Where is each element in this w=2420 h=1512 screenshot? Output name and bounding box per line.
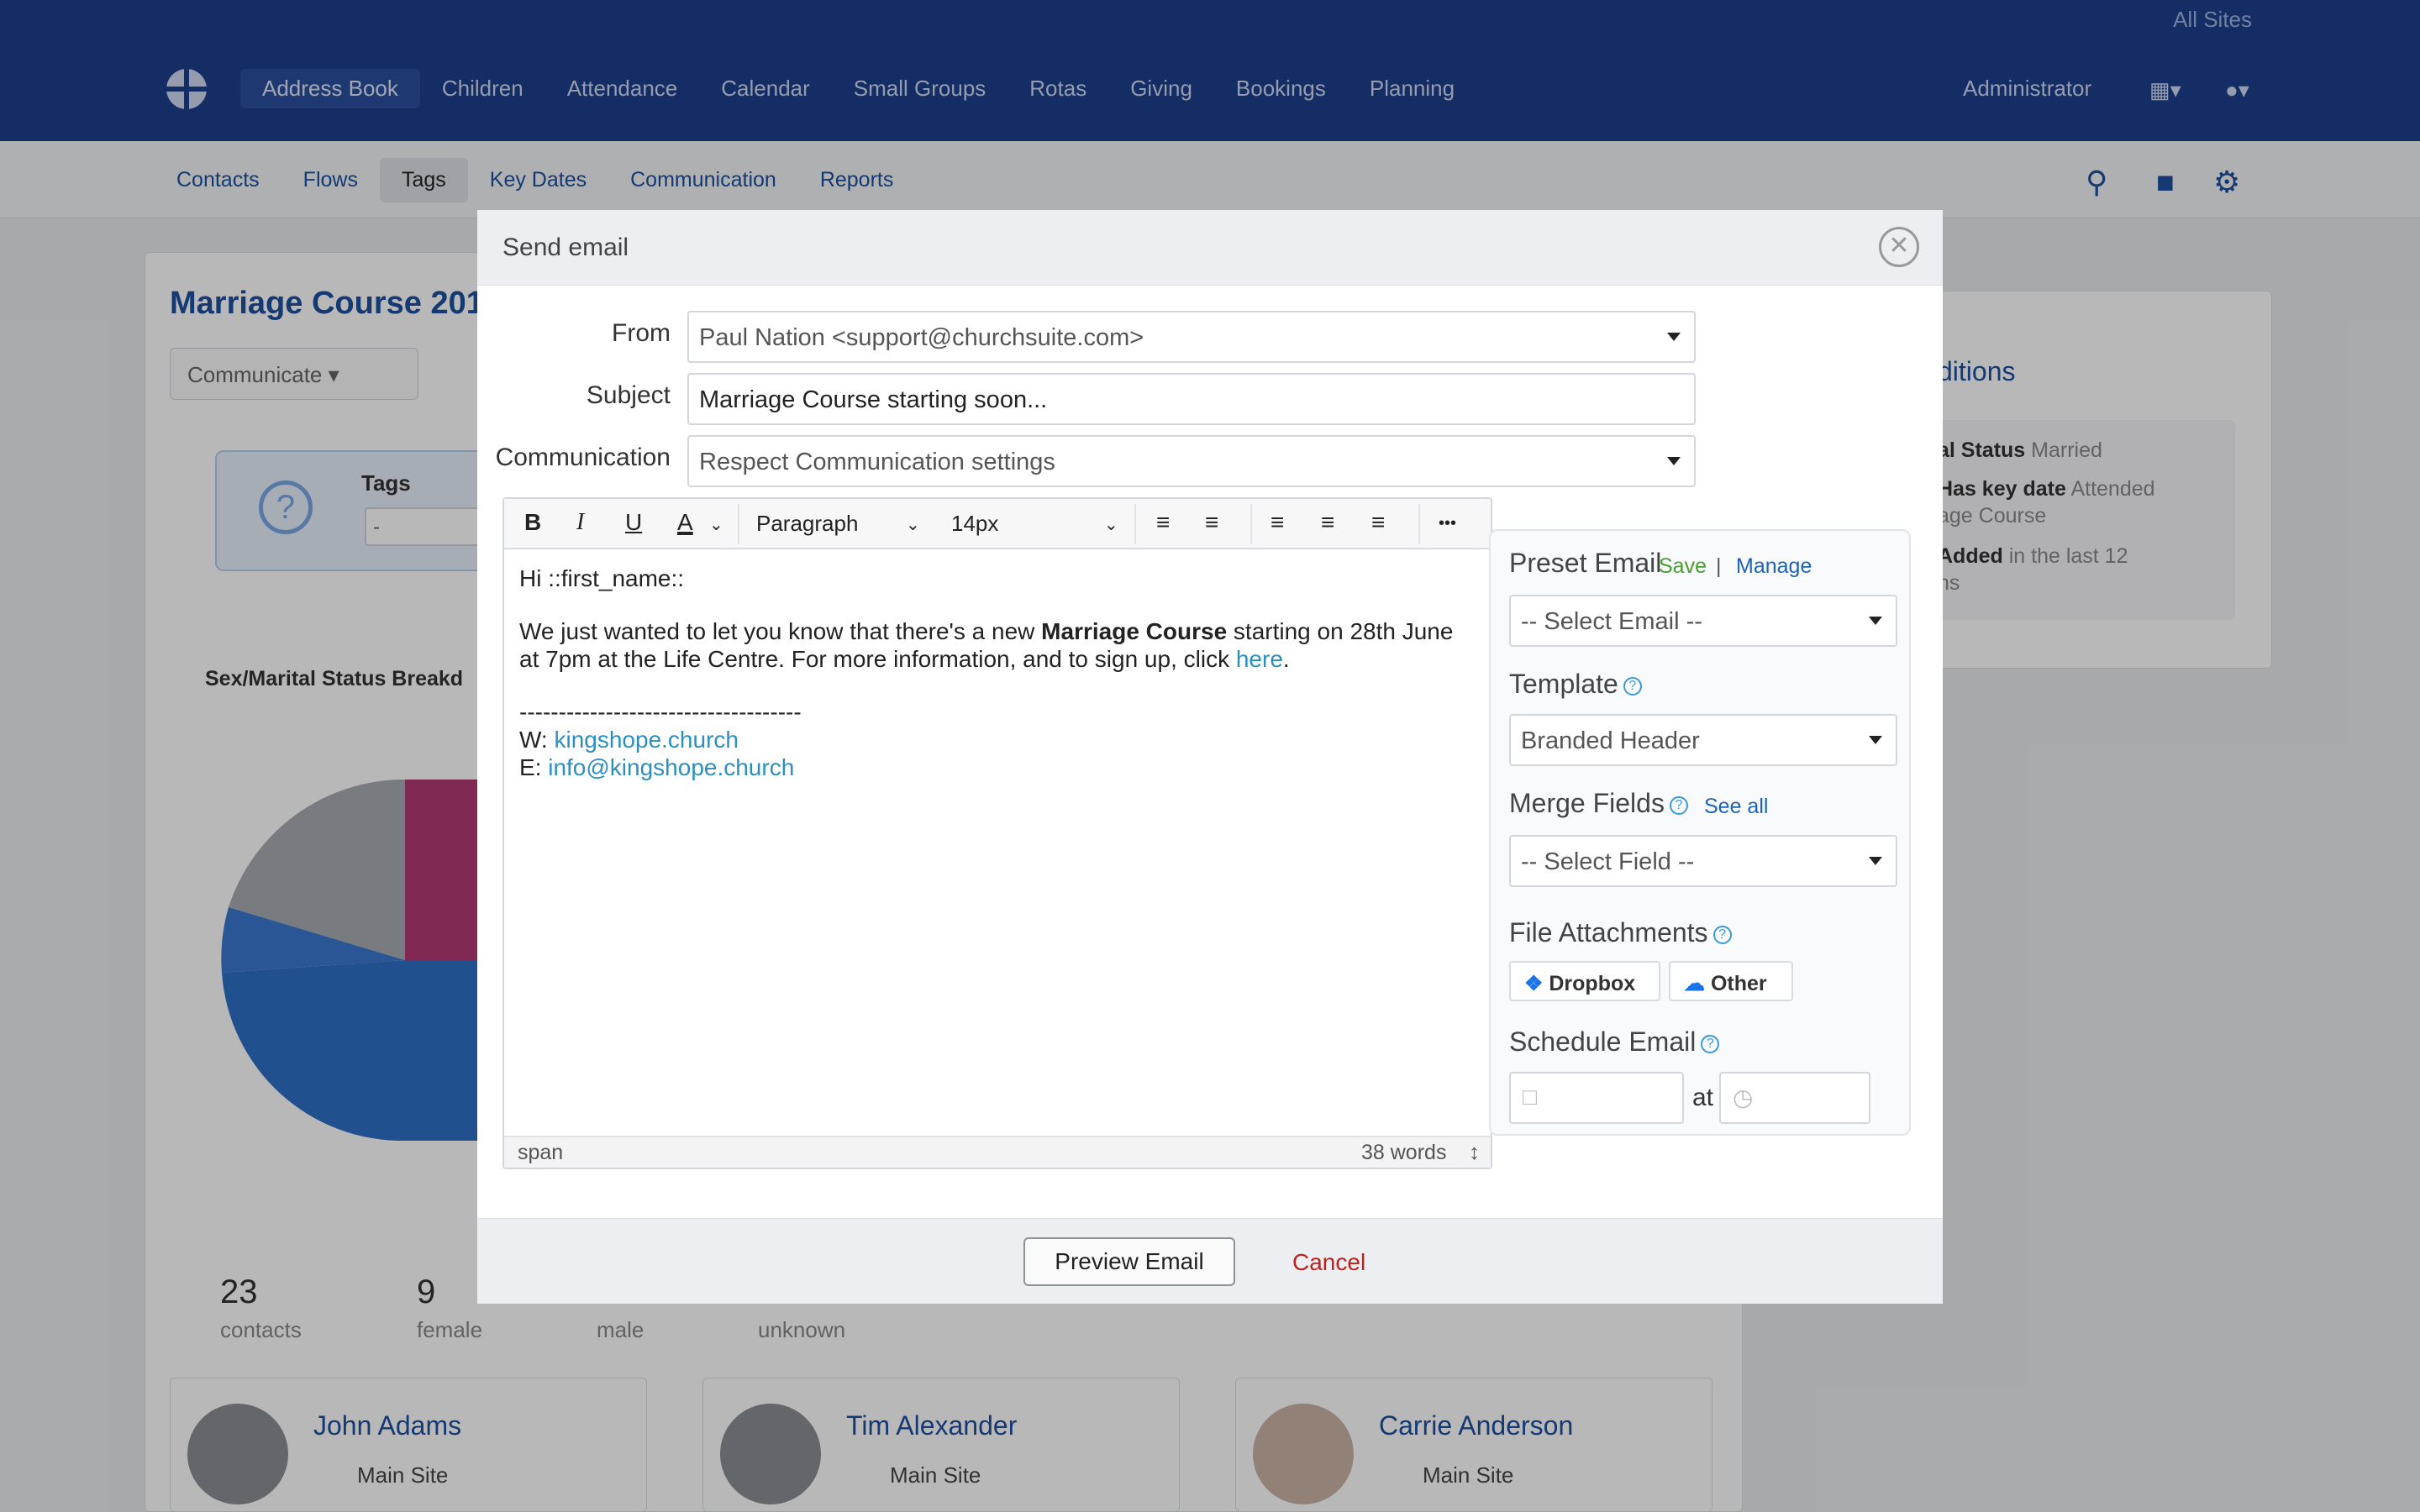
modal-footer: Preview Email Cancel <box>477 1218 1943 1304</box>
from-label: From <box>612 319 671 347</box>
subject-input[interactable]: Marriage Course starting soon... <box>687 373 1696 425</box>
chevron-down-icon[interactable]: ⌄ <box>1104 514 1118 535</box>
schedule-at-label: at <box>1692 1084 1714 1111</box>
preset-save-link[interactable]: Save <box>1659 554 1707 579</box>
merge-fields-label: Merge Fields? <box>1509 788 1688 819</box>
editor-toolbar: B I U A ⌄ Paragraph ⌄ 14px ⌄ ≡ ≡ ≡ ≡ ≡ •… <box>504 499 1491 549</box>
from-select[interactable]: Paul Nation <support@churchsuite.com> <box>687 311 1696 363</box>
greeting-line: Hi ::first_name:: <box>519 565 685 591</box>
editor-statusbar: span 38 words ↕ <box>504 1136 1491 1168</box>
file-attachments-label: File Attachments? <box>1509 917 1732 948</box>
dropbox-icon: ❖ <box>1524 972 1544 995</box>
cancel-button[interactable]: Cancel <box>1292 1249 1365 1276</box>
send-email-modal: Send email ✕ From Paul Nation <support@c… <box>477 210 1943 1304</box>
calendar-icon: □ <box>1523 1084 1537 1110</box>
align-left-icon[interactable]: ≡ <box>1270 509 1284 536</box>
chevron-down-icon[interactable]: ⌄ <box>709 514 723 535</box>
modal-header: Send email ✕ <box>477 210 1943 286</box>
cloud-upload-icon: ☁ <box>1684 972 1705 995</box>
help-icon[interactable]: ? <box>1701 1034 1720 1053</box>
web-link[interactable]: kingshope.church <box>554 727 738 753</box>
chevron-down-icon <box>1869 736 1882 744</box>
dropbox-label: Dropbox <box>1549 972 1636 995</box>
communication-value: Respect Communication settings <box>699 449 1055 475</box>
merge-field-select[interactable]: -- Select Field -- <box>1509 835 1897 887</box>
schedule-date-input[interactable]: □ <box>1509 1072 1684 1124</box>
signature-email: E: info@kingshope.church <box>519 754 795 780</box>
chevron-down-icon <box>1667 333 1681 341</box>
help-icon[interactable]: ? <box>1712 925 1732 944</box>
toolbar-divider <box>1250 504 1252 544</box>
font-size-select[interactable]: 14px <box>951 511 998 537</box>
preset-email-value: -- Select Email -- <box>1521 608 1702 635</box>
here-link[interactable]: here <box>1236 646 1283 672</box>
paragraph-select[interactable]: Paragraph <box>756 511 858 537</box>
communication-select[interactable]: Respect Communication settings <box>687 435 1696 487</box>
template-value: Branded Header <box>1521 727 1700 754</box>
editor-content[interactable]: Hi ::first_name:: We just wanted to let … <box>519 564 1477 781</box>
more-options-icon[interactable]: ••• <box>1439 514 1456 533</box>
chevron-down-icon <box>1667 457 1681 465</box>
numbered-list-icon[interactable]: ≡ <box>1205 509 1218 536</box>
signature-web: W: kingshope.church <box>519 727 739 753</box>
preset-separator: | <box>1716 554 1722 578</box>
modal-title: Send email <box>502 234 629 261</box>
communication-label: Communication <box>495 444 671 471</box>
merge-field-value: -- Select Field -- <box>1521 848 1695 875</box>
toolbar-divider <box>1418 504 1420 544</box>
preset-email-label: Preset Email <box>1509 548 1662 578</box>
dropbox-button[interactable]: ❖ Dropbox <box>1509 961 1660 1001</box>
schedule-time-input[interactable]: ◷ <box>1719 1072 1870 1124</box>
toolbar-divider <box>738 504 739 544</box>
underline-button[interactable]: U <box>625 509 642 536</box>
template-select[interactable]: Branded Header <box>1509 714 1897 766</box>
schedule-email-label: Schedule Email? <box>1509 1026 1720 1058</box>
preview-email-button[interactable]: Preview Email <box>1023 1237 1235 1286</box>
bullet-list-icon[interactable]: ≡ <box>1156 509 1170 536</box>
align-right-icon[interactable]: ≡ <box>1371 509 1385 536</box>
toolbar-divider <box>1134 504 1136 544</box>
align-center-icon[interactable]: ≡ <box>1321 509 1334 536</box>
email-editor[interactable]: B I U A ⌄ Paragraph ⌄ 14px ⌄ ≡ ≡ ≡ ≡ ≡ •… <box>502 497 1492 1169</box>
preset-manage-link[interactable]: Manage <box>1736 554 1812 579</box>
other-upload-button[interactable]: ☁ Other <box>1669 961 1793 1001</box>
from-value: Paul Nation <support@churchsuite.com> <box>699 324 1144 351</box>
email-link[interactable]: info@kingshope.church <box>548 754 794 780</box>
word-count: 38 words <box>1361 1141 1447 1164</box>
other-label: Other <box>1710 972 1767 995</box>
body-paragraph: We just wanted to let you know that ther… <box>519 618 1454 672</box>
chevron-down-icon <box>1869 857 1882 865</box>
subject-label: Subject <box>586 381 671 409</box>
close-circle-icon[interactable]: ✕ <box>1879 227 1919 267</box>
font-color-button[interactable]: A <box>677 509 693 536</box>
merge-see-all-link[interactable]: See all <box>1704 795 1768 819</box>
resize-handle-icon[interactable]: ↕ <box>1469 1139 1480 1165</box>
element-path[interactable]: span <box>518 1141 563 1165</box>
help-icon[interactable]: ? <box>1669 795 1688 815</box>
chevron-down-icon[interactable]: ⌄ <box>906 514 920 535</box>
preset-email-select[interactable]: -- Select Email -- <box>1509 595 1897 647</box>
help-icon[interactable]: ? <box>1623 676 1642 696</box>
clock-icon: ◷ <box>1733 1084 1754 1110</box>
template-label: Template? <box>1509 669 1642 700</box>
signature-divider: ------------------------------------ <box>519 699 802 725</box>
italic-button[interactable]: I <box>576 509 584 536</box>
chevron-down-icon <box>1869 617 1882 625</box>
bold-button[interactable]: B <box>524 509 541 536</box>
